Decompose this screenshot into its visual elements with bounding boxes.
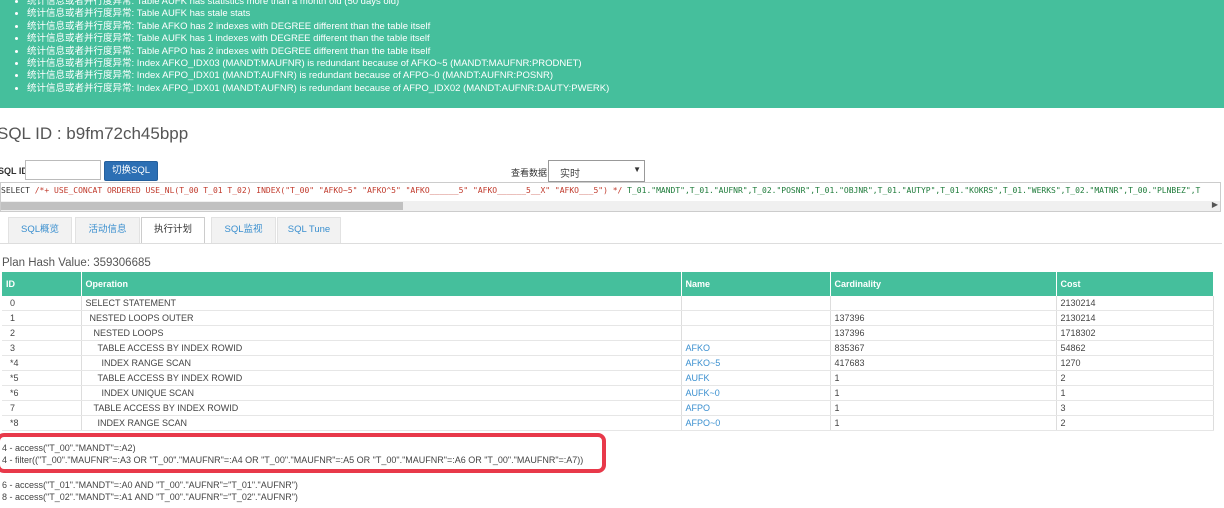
sql-hint: /*+ USE_CONCAT ORDERED USE_NL(T_00 T_01 … [34,186,623,195]
view-data-selected: 实时 [560,169,580,180]
tab-sql-tune[interactable]: SQL Tune [277,217,341,243]
chevron-down-icon: ▼ [633,165,641,174]
cell-cardinality: 1 [830,385,1057,401]
cell-cost: 1270 [1056,355,1214,371]
warning-list: 统计信息或者并行度异常: Table AUFK has statistics m… [0,0,1224,95]
cell-name[interactable]: AFKO~5 [681,355,831,371]
cell-cardinality: 1 [830,370,1057,386]
tab-sql-monitor[interactable]: SQL监视 [211,217,276,243]
warning-item: 统计信息或者并行度异常: Index AFKO_IDX03 (MANDT:MAU… [27,58,1224,70]
table-row: *8 INDEX RANGE SCAN AFPO~0 1 2 [2,415,1214,431]
table-row: *4 INDEX RANGE SCAN AFKO~5 417683 1270 [2,355,1214,371]
execution-plan-table: ID Operation Name Cardinality Cost 0 SEL… [2,272,1214,431]
cell-name[interactable] [681,325,831,341]
cell-cardinality: 1 [830,415,1057,431]
cell-cardinality: 137396 [830,310,1057,326]
cell-operation: TABLE ACCESS BY INDEX ROWID [81,340,682,356]
sql-keyword: SELECT [1,186,30,195]
column-header-id: ID [2,272,82,296]
cell-cost: 3 [1056,400,1214,416]
cell-id: *4 [2,355,82,371]
cell-cost: 54862 [1056,340,1214,356]
tab-sql-overview[interactable]: SQL概览 [8,217,72,243]
sql-text-box[interactable]: SELECT /*+ USE_CONCAT ORDERED USE_NL(T_0… [0,182,1221,212]
cell-id: 3 [2,340,82,356]
cell-cost: 1718302 [1056,325,1214,341]
view-data-label: 查看数据 [511,168,548,178]
cell-id: *6 [2,385,82,401]
warning-item: 统计信息或者并行度异常: Index AFPO_IDX01 (MANDT:AUF… [27,83,1224,95]
column-header-cost: Cost [1056,272,1214,296]
scroll-right-icon[interactable]: ▶ [1212,200,1218,209]
horizontal-scrollbar[interactable]: ▶ [1,200,1220,211]
cell-name[interactable]: AFPO~0 [681,415,831,431]
cell-name[interactable]: AUFK [681,370,831,386]
cell-operation: INDEX UNIQUE SCAN [81,385,682,401]
cell-name[interactable] [681,296,831,311]
cell-id: 0 [2,296,82,311]
cell-cost: 1 [1056,385,1214,401]
switch-sql-button[interactable]: 切换SQL [104,161,158,181]
predicate-line: 6 - access("T_01"."MANDT"=:A0 AND "T_00"… [2,479,298,490]
warning-item: 统计信息或者并行度异常: Index AFPO_IDX01 (MANDT:AUF… [27,70,1224,82]
cell-cardinality: 137396 [830,325,1057,341]
page-title: SQL ID : b9fm72ch45bpp [0,124,189,143]
highlight-annotation [0,433,606,473]
cell-cardinality: 835367 [830,340,1057,356]
cell-name[interactable]: AFKO [681,340,831,356]
table-row: 2 NESTED LOOPS 137396 1718302 [2,325,1214,341]
warning-item: 统计信息或者并行度异常: Table AFPO has 2 indexes wi… [27,46,1224,58]
predicate-line: 8 - access("T_02"."MANDT"=:A1 AND "T_00"… [2,492,298,503]
table-row: 1 NESTED LOOPS OUTER 137396 2130214 [2,310,1214,326]
sql-id-input[interactable] [25,160,101,180]
table-header-row: ID Operation Name Cardinality Cost [2,272,1214,296]
tab-activity[interactable]: 活动信息 [75,217,140,243]
table-row: *6 INDEX UNIQUE SCAN AUFK~0 1 1 [2,385,1214,401]
cell-operation: NESTED LOOPS [81,325,682,341]
cell-cost: 2130214 [1056,310,1214,326]
cell-id: *5 [2,370,82,386]
cell-id: *8 [2,415,82,431]
sql-columns: T_01."MANDT",T_01."AUFNR",T_02."POSNR",T… [627,186,1201,195]
tabs-divider [0,243,1222,244]
view-data-select[interactable]: 实时 ▼ [548,160,645,182]
cell-cardinality [830,296,1057,311]
cell-operation: INDEX RANGE SCAN [81,355,682,371]
table-row: 7 TABLE ACCESS BY INDEX ROWID AFPO 1 3 [2,400,1214,416]
cell-cost: 2130214 [1056,296,1214,311]
cell-operation: TABLE ACCESS BY INDEX ROWID [81,370,682,386]
tab-execution-plan[interactable]: 执行计划 [141,217,205,244]
table-row: *5 TABLE ACCESS BY INDEX ROWID AUFK 1 2 [2,370,1214,386]
scrollbar-thumb[interactable] [1,202,403,210]
cell-cost: 2 [1056,415,1214,431]
warning-item: 统计信息或者并行度异常: Table AUFK has 1 indexes wi… [27,33,1224,45]
table-row: 3 TABLE ACCESS BY INDEX ROWID AFKO 83536… [2,340,1214,356]
sql-text: SELECT /*+ USE_CONCAT ORDERED USE_NL(T_0… [1,186,1200,195]
warning-item: 统计信息或者并行度异常: Table AFKO has 2 indexes wi… [27,21,1224,33]
column-header-cardinality: Cardinality [830,272,1057,296]
column-header-operation: Operation [81,272,682,296]
cell-operation: TABLE ACCESS BY INDEX ROWID [81,400,682,416]
cell-cost: 2 [1056,370,1214,386]
cell-name[interactable]: AFPO [681,400,831,416]
cell-id: 7 [2,400,82,416]
cell-operation: NESTED LOOPS OUTER [81,310,682,326]
cell-name[interactable]: AUFK~0 [681,385,831,401]
warning-banner: 统计信息或者并行度异常: Table AUFK has statistics m… [0,0,1224,108]
cell-operation: SELECT STATEMENT [81,296,682,311]
cell-cardinality: 1 [830,400,1057,416]
cell-cardinality: 417683 [830,355,1057,371]
cell-name[interactable] [681,310,831,326]
table-row: 0 SELECT STATEMENT 2130214 [2,296,1214,311]
plan-hash-value: Plan Hash Value: 359306685 [2,257,151,269]
column-header-name: Name [681,272,831,296]
cell-id: 2 [2,325,82,341]
cell-operation: INDEX RANGE SCAN [81,415,682,431]
cell-id: 1 [2,310,82,326]
warning-item: 统计信息或者并行度异常: Table AUFK has stale stats [27,8,1224,20]
